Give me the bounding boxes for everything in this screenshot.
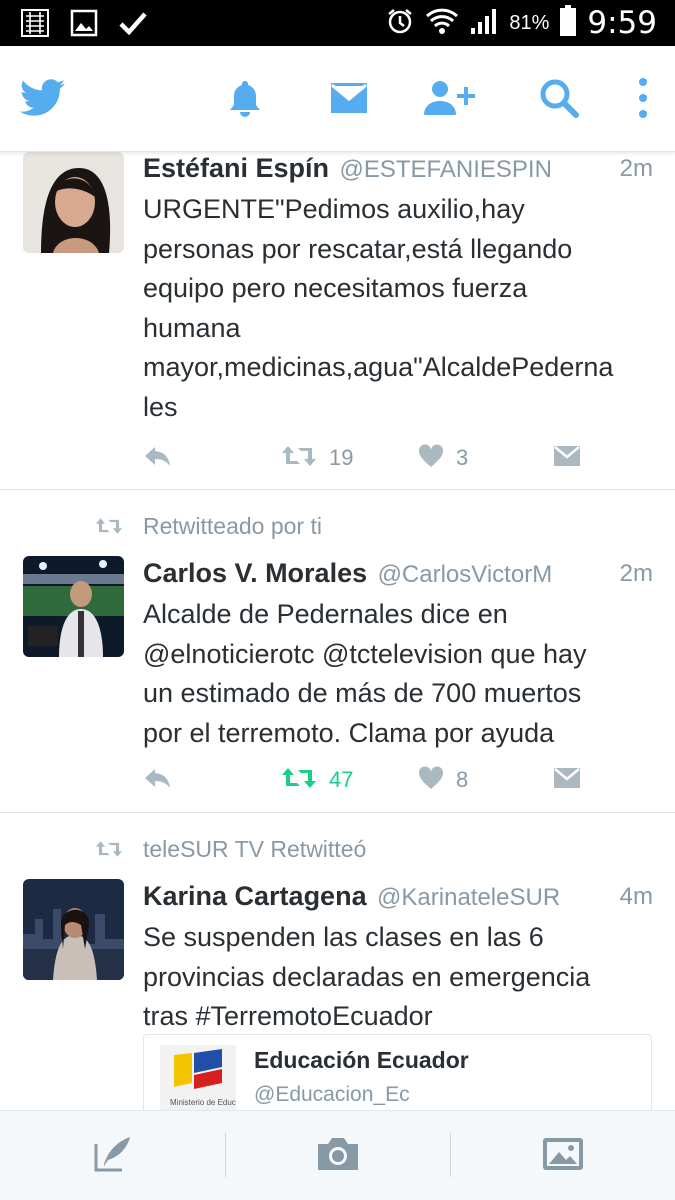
tweet-text-line: por el terremoto. Clama por ayuda — [143, 717, 555, 748]
camera-button[interactable] — [225, 1111, 450, 1200]
tweet-text-line: equipo pero necesitamos fuerza — [143, 273, 528, 303]
tweet-text-line: personas por rescatar,está llegando — [143, 233, 573, 264]
top-navigation-bar — [0, 46, 675, 152]
card-logo-text: Ministerio de Educación — [170, 1098, 236, 1107]
tweet[interactable]: Retwitteado por ti Carlos V. Morales @Ca… — [0, 490, 675, 813]
retweet-icon — [281, 443, 317, 474]
tweet[interactable]: Estéfani Espín @ESTEFANIESPIN 2m URGENTE… — [0, 152, 675, 490]
card-logo: Ministerio de Educación — [160, 1045, 255, 1110]
direct-message-icon — [553, 766, 581, 795]
direct-message-button[interactable] — [553, 440, 581, 476]
tweet-text-line: humana — [143, 312, 241, 343]
tweet-text-line: Se suspenden las clases en las 6 — [143, 922, 544, 952]
messages-envelope-icon[interactable] — [326, 76, 372, 120]
overflow-menu-icon[interactable] — [628, 76, 658, 120]
tweet-text-line: @elnoticierotc @tctelevision que hay — [143, 638, 587, 669]
author-handle[interactable]: @KarinateleSUR — [377, 884, 560, 911]
tweet-text-line: les — [143, 391, 178, 422]
tweet-text-line: mayor,medicinas,agua"AlcaldePederna — [143, 352, 614, 382]
notifications-bell-icon[interactable] — [222, 76, 268, 120]
status-bar: 81% 9:59 — [0, 0, 675, 46]
tweet-text-line: provincias declaradas en emergencia — [143, 961, 591, 992]
tweet-text-line: tras #TerremotoEcuador — [143, 1001, 433, 1031]
like-button[interactable]: 3 — [418, 440, 468, 476]
tweet-text: Alcalde de Pedernales dice en @elnoticie… — [143, 595, 658, 753]
like-button[interactable]: 8 — [418, 762, 468, 798]
tweet-text-line: URGENTE"Pedimos auxilio,hay — [143, 194, 525, 224]
retweet-count: 19 — [329, 445, 354, 470]
clock-time: 9:59 — [587, 5, 657, 41]
retweet-count: 47 — [329, 767, 354, 792]
avatar[interactable] — [23, 556, 124, 657]
search-icon[interactable] — [536, 76, 582, 120]
direct-message-button[interactable] — [553, 762, 581, 798]
camera-icon — [316, 1136, 360, 1177]
quoted-card[interactable]: Ministerio de Educación Educación Ecuado… — [143, 1034, 652, 1110]
author-handle[interactable]: @ESTEFANIESPIN — [340, 156, 552, 183]
tweet[interactable]: teleSUR TV Retwitteó Karina Cartagena @K… — [0, 813, 675, 1110]
author-handle[interactable]: @CarlosVictorM — [378, 561, 553, 588]
battery-icon — [559, 4, 577, 42]
tweet-actions: 47 8 — [143, 762, 643, 798]
add-user-icon[interactable] — [420, 76, 480, 120]
retweet-small-icon — [95, 839, 123, 859]
gallery-button[interactable] — [450, 1111, 675, 1200]
author-name[interactable]: Estéfani Espín — [143, 153, 329, 183]
retweet-context-text[interactable]: teleSUR TV Retwitteó — [143, 836, 366, 863]
twitter-logo-icon[interactable] — [18, 76, 68, 120]
gallery-icon — [541, 1136, 585, 1177]
tweet-header: Karina Cartagena @KarinateleSUR 4m — [143, 881, 653, 917]
like-count: 3 — [456, 445, 469, 470]
tweet-text: URGENTE"Pedimos auxilio,hay personas por… — [143, 190, 658, 427]
wifi-icon — [425, 6, 459, 41]
tweet-time: 4m — [619, 883, 653, 910]
image-notification-icon — [70, 9, 98, 42]
reply-button[interactable] — [143, 762, 173, 798]
retweet-button[interactable]: 19 — [281, 440, 353, 476]
card-title: Educación Ecuador — [254, 1047, 469, 1073]
heart-icon — [418, 443, 444, 473]
tweet-header: Estéfani Espín @ESTEFANIESPIN 2m — [143, 153, 653, 189]
retweet-small-icon — [95, 516, 123, 536]
reply-icon — [143, 444, 173, 473]
avatar[interactable] — [23, 879, 124, 980]
check-icon — [118, 9, 148, 42]
compose-tweet-button[interactable] — [0, 1111, 225, 1200]
like-count: 8 — [456, 767, 469, 792]
author-name[interactable]: Karina Cartagena — [143, 881, 367, 911]
tweet-time: 2m — [619, 155, 653, 182]
bottom-compose-bar — [0, 1110, 675, 1200]
compose-tweet-icon — [92, 1134, 134, 1179]
timeline[interactable]: Estéfani Espín @ESTEFANIESPIN 2m URGENTE… — [0, 152, 675, 1110]
heart-icon — [418, 765, 444, 795]
tweet-text-line: Alcalde de Pedernales dice en — [143, 599, 508, 629]
author-name[interactable]: Carlos V. Morales — [143, 558, 367, 588]
avatar[interactable] — [23, 152, 124, 253]
retweet-context: teleSUR TV Retwitteó — [95, 834, 366, 864]
alarm-icon — [385, 6, 415, 41]
tweet-time: 2m — [619, 560, 653, 587]
retweet-button[interactable]: 47 — [281, 762, 353, 798]
retweet-icon — [281, 765, 317, 796]
tweet-header: Carlos V. Morales @CarlosVictorM 2m — [143, 558, 653, 594]
tweet-text-line: un estimado de más de 700 muertos — [143, 678, 582, 708]
tweet-actions: 19 3 — [143, 440, 643, 476]
battery-percent: 81% — [509, 11, 550, 34]
app-grid-icon — [20, 8, 50, 43]
tweet-text: Se suspenden las clases en las 6 provinc… — [143, 918, 658, 1037]
reply-button[interactable] — [143, 440, 173, 476]
direct-message-icon — [553, 444, 581, 473]
card-handle: @Educacion_Ec — [254, 1083, 410, 1106]
retweet-context: Retwitteado por ti — [95, 511, 322, 541]
retweet-context-text[interactable]: Retwitteado por ti — [143, 513, 322, 540]
signal-icon — [469, 6, 499, 41]
reply-icon — [143, 766, 173, 795]
